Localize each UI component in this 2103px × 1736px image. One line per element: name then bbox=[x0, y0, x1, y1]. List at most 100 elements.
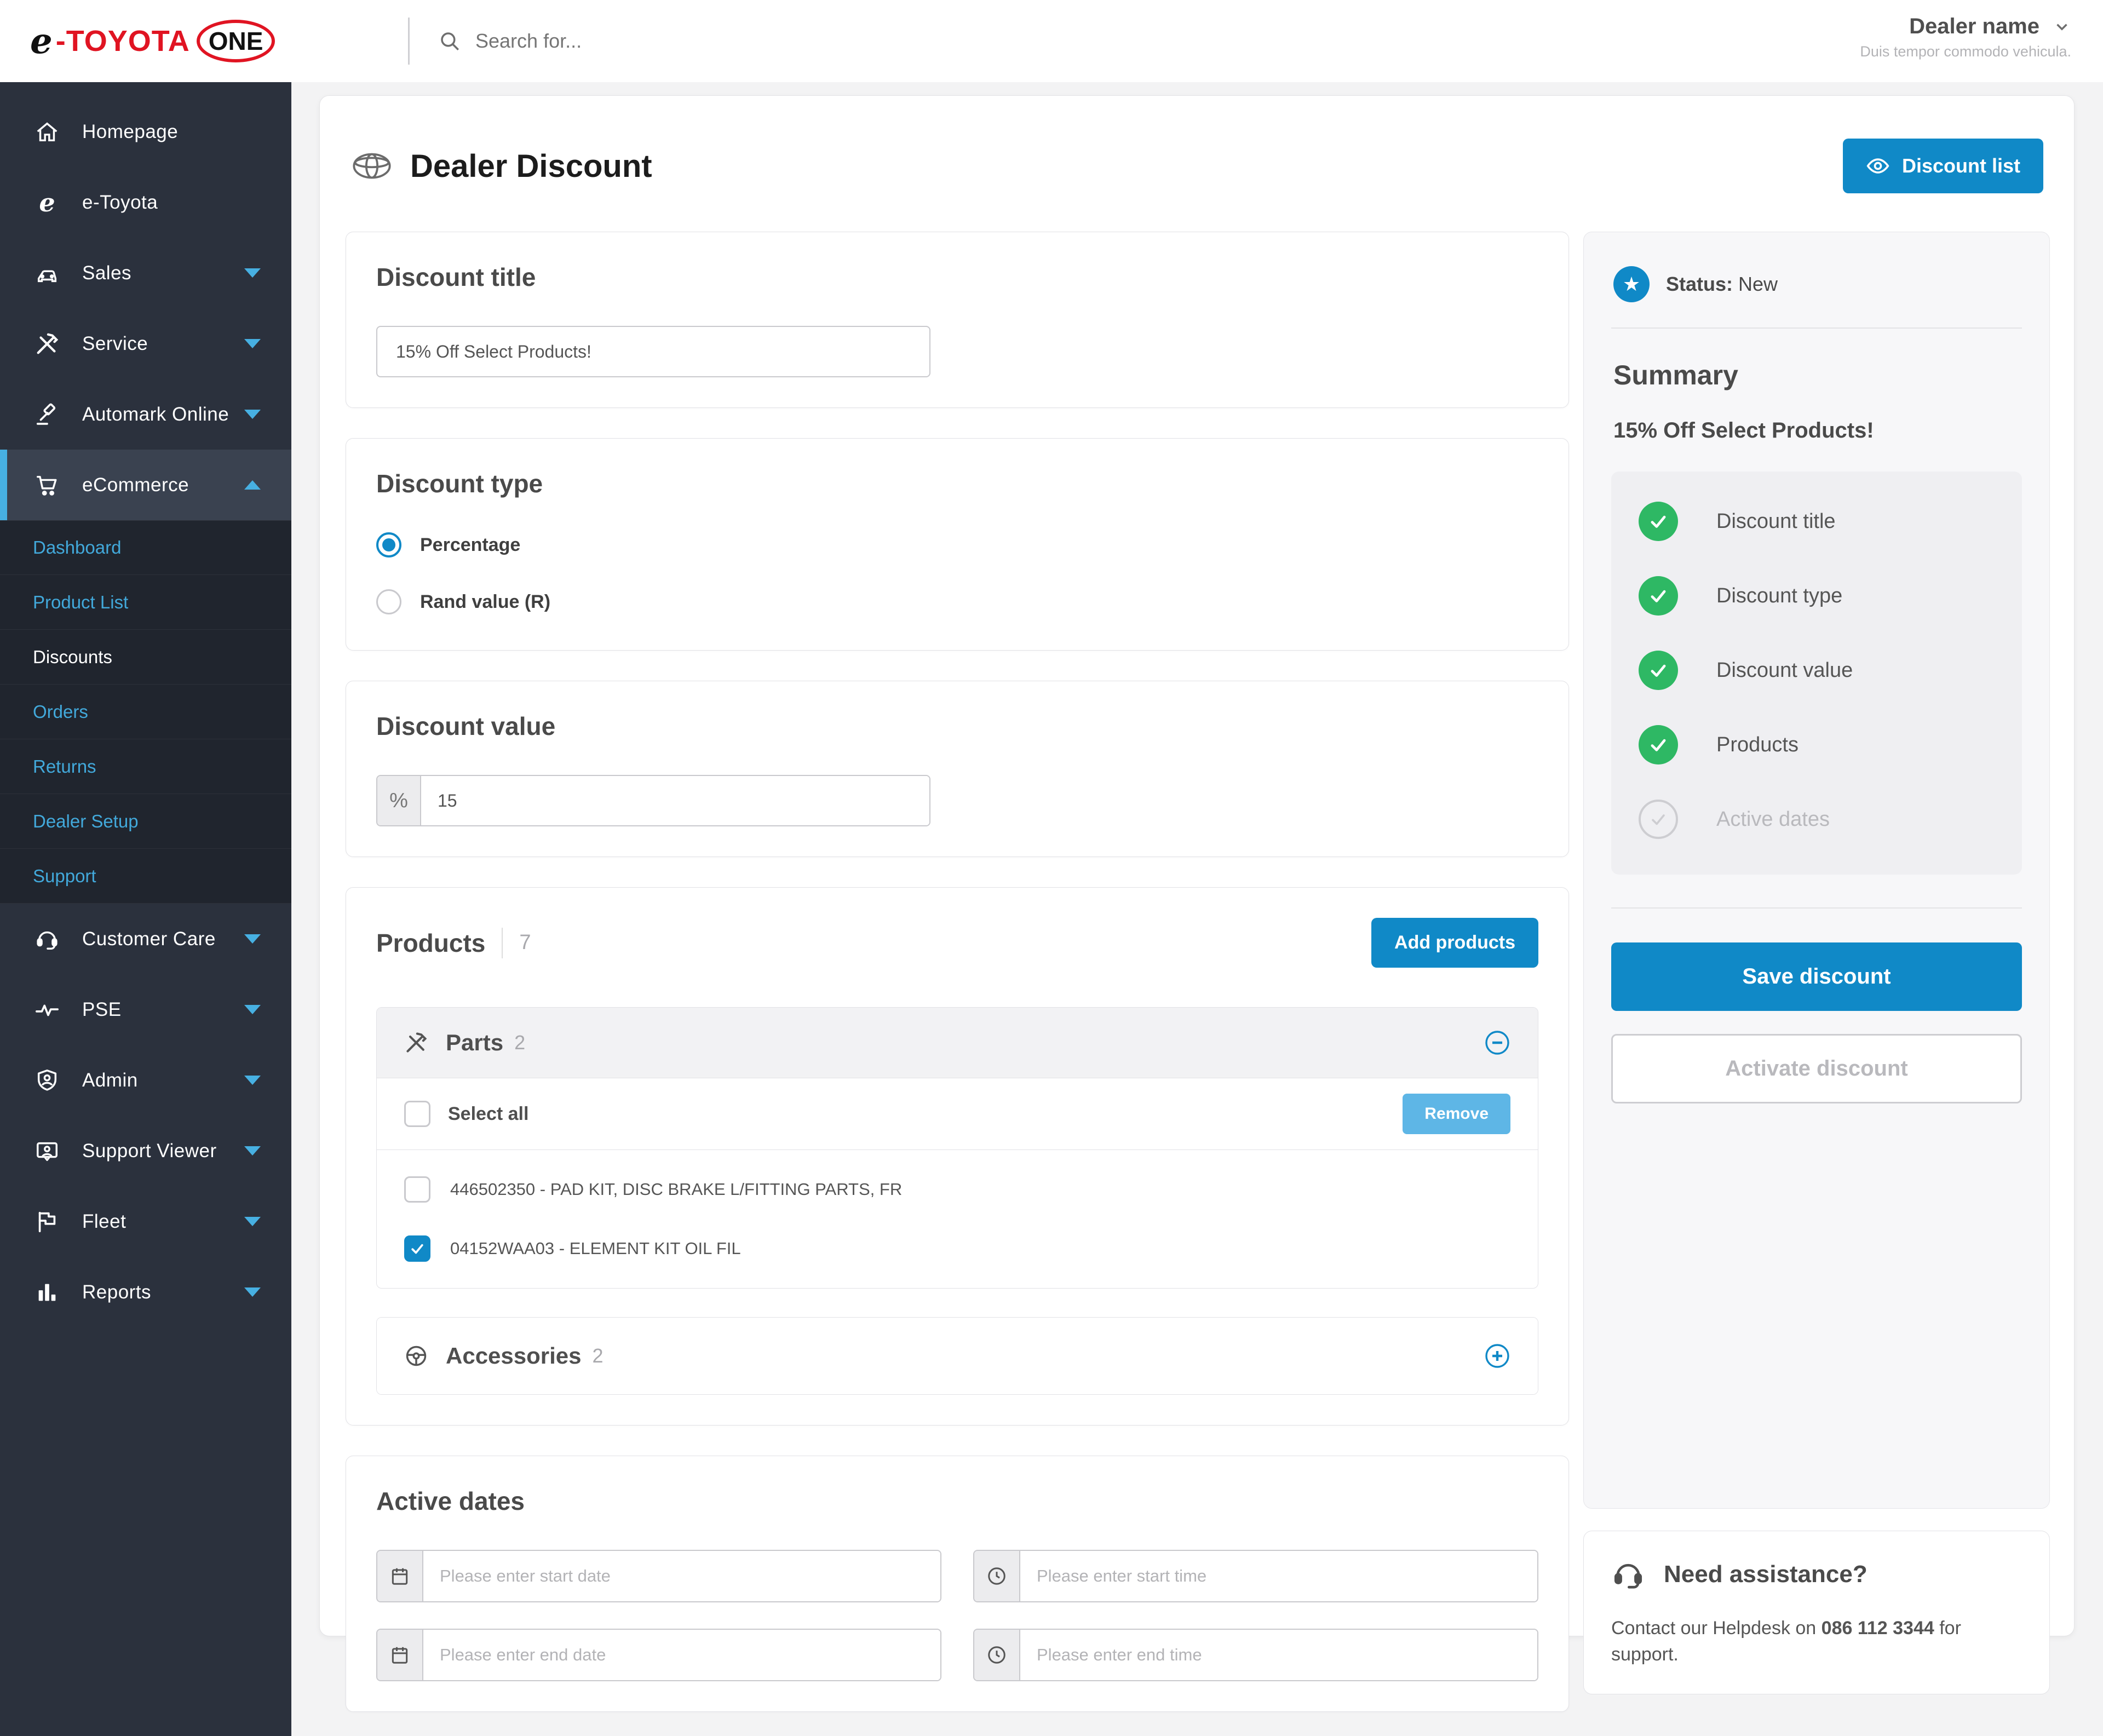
end-time-input[interactable] bbox=[1020, 1630, 1537, 1680]
divider bbox=[1611, 327, 2022, 329]
divider bbox=[502, 928, 503, 958]
radio-unselected-icon[interactable] bbox=[376, 589, 401, 614]
cart-icon bbox=[33, 473, 61, 498]
shield-user-icon bbox=[33, 1068, 61, 1093]
checklist-item: Discount value bbox=[1639, 651, 1995, 690]
sidebar-item-support-viewer[interactable]: Support Viewer bbox=[0, 1116, 291, 1186]
helpdesk-phone: 086 112 3344 bbox=[1822, 1618, 1934, 1639]
sidebar-item-homepage[interactable]: Homepage bbox=[0, 96, 291, 167]
part-item-row[interactable]: 04152WAA03 - ELEMENT KIT OIL FIL bbox=[377, 1219, 1538, 1278]
check-done-icon bbox=[1639, 502, 1678, 541]
discount-title-card: Discount title bbox=[346, 232, 1569, 408]
sidebar-item-dashboard[interactable]: Dashboard bbox=[0, 520, 291, 575]
discount-list-button[interactable]: Discount list bbox=[1843, 139, 2043, 193]
chevron-down-icon bbox=[2053, 18, 2071, 36]
page-title: Dealer Discount bbox=[410, 148, 652, 185]
chevron-down-icon[interactable] bbox=[244, 1005, 261, 1014]
summary-title: 15% Off Select Products! bbox=[1613, 418, 2020, 443]
parts-accordion: Parts 2 Select all Remove bbox=[376, 1007, 1538, 1289]
part-item-row[interactable]: 446502350 - PAD KIT, DISC BRAKE L/FITTIN… bbox=[377, 1160, 1538, 1219]
checklist-item: Discount type bbox=[1639, 576, 1995, 616]
sidebar-item-reports[interactable]: Reports bbox=[0, 1257, 291, 1327]
chevron-down-icon[interactable] bbox=[244, 1076, 261, 1085]
summary-panel: ★ Status: New Summary 15% Off Select Pro… bbox=[1583, 232, 2050, 1509]
percent-icon: % bbox=[377, 776, 421, 825]
chevron-down-icon[interactable] bbox=[244, 1146, 261, 1156]
sidebar-nav: Homepage e e-Toyota Sales Service Automa… bbox=[0, 82, 291, 1736]
dealer-name: Dealer name bbox=[1909, 14, 2039, 39]
activate-discount-button[interactable]: Activate discount bbox=[1611, 1034, 2022, 1103]
end-time-group bbox=[973, 1629, 1538, 1681]
sidebar-item-automark-online[interactable]: Automark Online bbox=[0, 379, 291, 450]
radio-percentage[interactable]: Percentage bbox=[376, 532, 1538, 557]
expand-plus-icon[interactable] bbox=[1484, 1343, 1510, 1369]
chevron-down-icon[interactable] bbox=[244, 339, 261, 348]
discount-value-card: Discount value % bbox=[346, 681, 1569, 857]
sidebar-item-orders[interactable]: Orders bbox=[0, 685, 291, 739]
chevron-down-icon[interactable] bbox=[244, 1287, 261, 1297]
parts-accordion-header[interactable]: Parts 2 bbox=[377, 1008, 1538, 1078]
tools-icon bbox=[404, 1031, 428, 1055]
start-time-group bbox=[973, 1550, 1538, 1602]
accessories-accordion: Accessories 2 bbox=[376, 1317, 1538, 1395]
calendar-icon bbox=[377, 1630, 423, 1680]
check-done-icon bbox=[1639, 651, 1678, 690]
item-checkbox-checked[interactable] bbox=[404, 1235, 430, 1262]
item-checkbox-unchecked[interactable] bbox=[404, 1176, 430, 1203]
products-count: 7 bbox=[519, 931, 531, 955]
parts-items: 446502350 - PAD KIT, DISC BRAKE L/FITTIN… bbox=[377, 1149, 1538, 1288]
radio-rand-value[interactable]: Rand value (R) bbox=[376, 589, 1538, 614]
select-all-checkbox[interactable] bbox=[404, 1101, 430, 1127]
sidebar-item-discounts[interactable]: Discounts bbox=[0, 630, 291, 685]
search-input[interactable] bbox=[475, 30, 826, 53]
discount-value-heading: Discount value bbox=[376, 711, 1538, 741]
user-menu[interactable]: Dealer name Duis tempor commodo vehicula… bbox=[1860, 14, 2071, 60]
app-logo[interactable]: e -TOYOTA ONE bbox=[30, 0, 275, 82]
car-icon bbox=[33, 261, 61, 286]
sidebar-item-pse[interactable]: PSE bbox=[0, 974, 291, 1045]
checklist-item: Discount title bbox=[1639, 502, 1995, 541]
sidebar-item-fleet[interactable]: Fleet bbox=[0, 1186, 291, 1257]
gavel-icon bbox=[33, 402, 61, 427]
discount-value-input[interactable] bbox=[421, 776, 929, 825]
calendar-icon bbox=[377, 1551, 423, 1601]
chevron-up-icon[interactable] bbox=[244, 480, 261, 490]
radio-selected-icon[interactable] bbox=[376, 532, 401, 557]
summary-heading: Summary bbox=[1613, 359, 2020, 391]
end-date-group bbox=[376, 1629, 941, 1681]
start-date-input[interactable] bbox=[423, 1551, 940, 1601]
chevron-down-icon[interactable] bbox=[244, 268, 261, 278]
save-discount-button[interactable]: Save discount bbox=[1611, 942, 2022, 1011]
sidebar-item-product-list[interactable]: Product List bbox=[0, 575, 291, 630]
sidebar-item-e-toyota[interactable]: e e-Toyota bbox=[0, 167, 291, 238]
sidebar-item-service[interactable]: Service bbox=[0, 308, 291, 379]
checklist-item: Active dates bbox=[1639, 800, 1995, 839]
eye-icon bbox=[1866, 154, 1890, 178]
e-toyota-icon: e bbox=[33, 190, 61, 215]
toyota-logo-icon bbox=[352, 153, 392, 179]
collapse-minus-icon[interactable] bbox=[1484, 1030, 1510, 1056]
add-products-button[interactable]: Add products bbox=[1371, 918, 1538, 968]
check-pending-icon bbox=[1639, 800, 1678, 839]
accessories-accordion-header[interactable]: Accessories 2 bbox=[377, 1318, 1538, 1394]
sidebar-item-admin[interactable]: Admin bbox=[0, 1045, 291, 1116]
end-date-input[interactable] bbox=[423, 1630, 940, 1680]
headset-icon bbox=[1611, 1557, 1645, 1591]
status-text: Status: New bbox=[1666, 273, 1778, 296]
sidebar-item-ecommerce[interactable]: eCommerce bbox=[0, 450, 291, 520]
discount-title-input[interactable] bbox=[376, 326, 930, 377]
parts-toolbar: Select all Remove bbox=[377, 1078, 1538, 1149]
remove-button[interactable]: Remove bbox=[1403, 1094, 1510, 1134]
sidebar-item-dealer-setup[interactable]: Dealer Setup bbox=[0, 794, 291, 849]
chevron-down-icon[interactable] bbox=[244, 1217, 261, 1226]
sidebar-item-support[interactable]: Support bbox=[0, 849, 291, 904]
start-time-input[interactable] bbox=[1020, 1551, 1537, 1601]
clock-icon bbox=[974, 1630, 1020, 1680]
active-dates-heading: Active dates bbox=[376, 1486, 1538, 1516]
chevron-down-icon[interactable] bbox=[244, 410, 261, 419]
clock-icon bbox=[974, 1551, 1020, 1601]
sidebar-item-customer-care[interactable]: Customer Care bbox=[0, 904, 291, 974]
sidebar-item-returns[interactable]: Returns bbox=[0, 739, 291, 794]
sidebar-item-sales[interactable]: Sales bbox=[0, 238, 291, 308]
chevron-down-icon[interactable] bbox=[244, 934, 261, 944]
